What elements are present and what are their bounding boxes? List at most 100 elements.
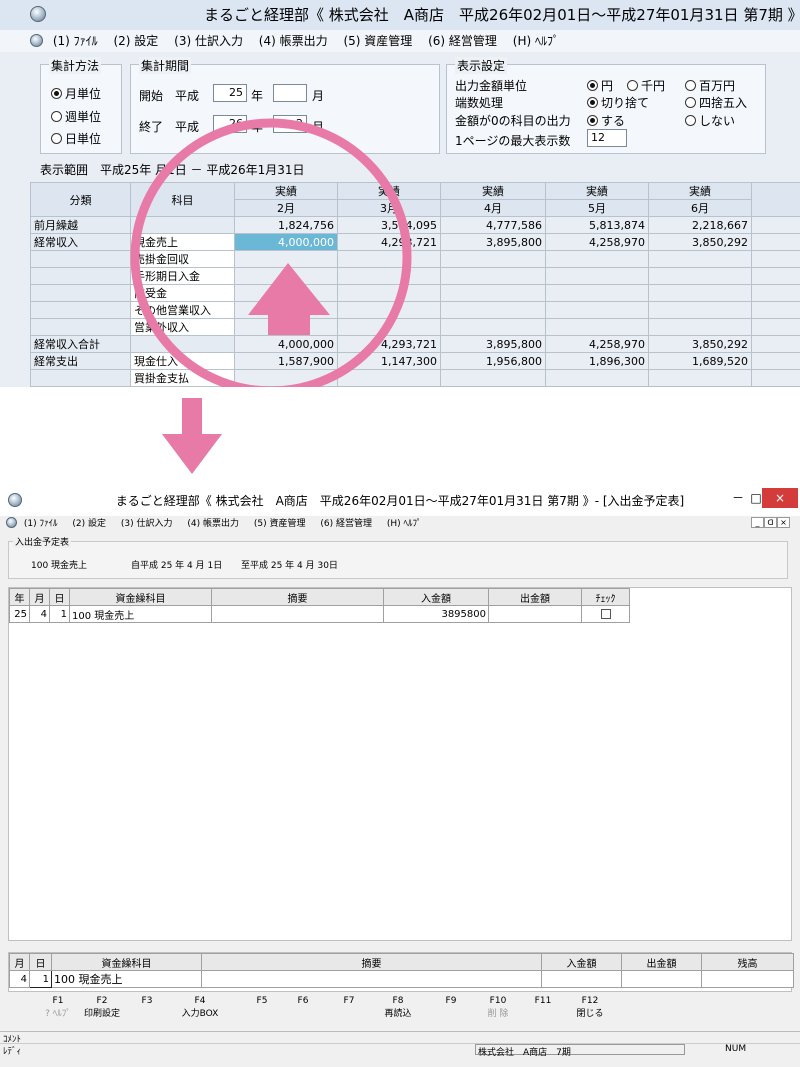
cell-amount[interactable] [648, 267, 752, 285]
table-row[interactable]: 25 4 1 100 現金売上 3895800 [9, 605, 630, 623]
cell-amount[interactable] [440, 318, 546, 336]
cell-amount[interactable]: 4,258,970 [545, 233, 649, 251]
entry-month-input[interactable]: 4 [9, 970, 30, 988]
cell-fund-item[interactable]: 100 現金売上 [69, 605, 212, 623]
cell-check[interactable] [581, 605, 630, 623]
radio-monthly[interactable]: 月単位 [51, 85, 101, 102]
entry-fund-item-input[interactable]: 100 現金売上 [51, 970, 202, 988]
cell-category [30, 301, 131, 319]
col-memo[interactable]: 摘要 [211, 588, 384, 606]
radio-thousand-yen[interactable]: 千円 [627, 77, 665, 94]
cell-amount[interactable]: 2,218,667 [648, 216, 752, 234]
checkbox-icon[interactable] [600, 608, 611, 619]
menu-journal[interactable]: (3) 仕訳入力 [121, 516, 173, 532]
col-income[interactable]: 入金額 [383, 588, 489, 606]
cell-amount[interactable] [648, 318, 752, 336]
radio-round-down[interactable]: 切り捨て [587, 94, 649, 111]
cell-amount[interactable] [648, 301, 752, 319]
radio-zero-no[interactable]: しない [685, 112, 735, 129]
col-fund-item[interactable]: 資金繰科目 [69, 588, 212, 606]
fkey-f8[interactable]: F8 再読込 [368, 996, 428, 1019]
radio-round-half[interactable]: 四捨五入 [685, 94, 747, 111]
entry-area: 月 日 資金繰科目 摘要 入金額 出金額 残高 4 1 100 現金売上 [8, 952, 794, 992]
entry-income-input[interactable] [541, 970, 622, 988]
menu-file[interactable]: (1) ﾌｧｲﾙ [24, 516, 58, 532]
menu-file[interactable]: (1) ﾌｧｲﾙ [53, 30, 98, 52]
cell-amount[interactable]: 3,895,800 [440, 233, 546, 251]
radio-weekly[interactable]: 週単位 [51, 108, 101, 125]
cell-category: 前月繰越 [30, 216, 131, 234]
cell-amount[interactable] [545, 301, 649, 319]
menu-reports[interactable]: (4) 帳票出力 [187, 516, 239, 532]
mdi-close-button[interactable]: × [777, 517, 790, 528]
cell-amount[interactable] [440, 301, 546, 319]
cell-amount[interactable]: 1,896,300 [545, 352, 649, 370]
mdi-app-icon[interactable] [6, 517, 17, 528]
cell-amount[interactable] [440, 369, 546, 387]
cell-amount[interactable]: 5,813,874 [545, 216, 649, 234]
cell-day[interactable]: 1 [49, 605, 70, 623]
cell-amount[interactable] [440, 267, 546, 285]
start-month-input[interactable] [273, 84, 307, 102]
radio-daily[interactable]: 日単位 [51, 130, 101, 147]
menu-settings[interactable]: (2) 設定 [72, 516, 106, 532]
cell-amount[interactable]: 3,895,800 [440, 335, 546, 353]
menu-reports[interactable]: (4) 帳票出力 [259, 30, 328, 52]
col-year[interactable]: 年 [9, 588, 30, 606]
cell-amount[interactable] [545, 284, 649, 302]
cell-amount[interactable]: 3,850,292 [648, 233, 752, 251]
cell-amount[interactable]: 4,777,586 [440, 216, 546, 234]
radio-zero-yes[interactable]: する [587, 112, 625, 129]
cell-memo[interactable] [211, 605, 384, 623]
col-month[interactable]: 月 [29, 588, 50, 606]
mdi-restore-button[interactable]: ᗡ [764, 517, 777, 528]
menu-management[interactable]: (6) 経営管理 [428, 30, 497, 52]
col-check[interactable]: ﾁｪｯｸ [581, 588, 630, 606]
cell-amount[interactable] [545, 369, 649, 387]
cell-amount[interactable]: 1,956,800 [440, 352, 546, 370]
menu-help[interactable]: (H) ﾍﾙﾌﾟ [387, 516, 422, 532]
cell-year[interactable]: 25 [9, 605, 30, 623]
max-rows-input[interactable]: 12 [587, 129, 627, 147]
fkey-f3[interactable]: F3 [117, 996, 177, 1006]
col-expense[interactable]: 出金額 [488, 588, 582, 606]
cell-amount[interactable] [545, 267, 649, 285]
cell-category [30, 267, 131, 285]
menu-management[interactable]: (6) 経営管理 [320, 516, 372, 532]
fkey-f4[interactable]: F4 入力BOX [170, 996, 230, 1019]
entry-expense-input[interactable] [621, 970, 702, 988]
start-year-input[interactable]: 25 [213, 84, 247, 102]
mdi-minimize-button[interactable]: _ [751, 517, 764, 528]
radio-yen[interactable]: 円 [587, 77, 613, 94]
cell-amount[interactable]: 4,258,970 [545, 335, 649, 353]
menu-journal[interactable]: (3) 仕訳入力 [174, 30, 243, 52]
mdi-app-icon[interactable] [30, 34, 43, 47]
fkey-f12[interactable]: F12 閉じる [560, 996, 620, 1019]
cell-month[interactable]: 4 [29, 605, 50, 623]
menu-assets[interactable]: (5) 資産管理 [343, 30, 412, 52]
cell-amount[interactable] [648, 369, 752, 387]
cell-amount[interactable] [440, 284, 546, 302]
cell-amount[interactable]: 3,850,292 [648, 335, 752, 353]
cell-income[interactable]: 3895800 [383, 605, 489, 623]
menu-assets[interactable]: (5) 資産管理 [254, 516, 306, 532]
cell-extra [751, 318, 800, 336]
col-month-header: 5月 [545, 199, 649, 217]
fkey-key: F3 [141, 996, 153, 1006]
cell-amount[interactable] [648, 284, 752, 302]
cell-expense[interactable] [488, 605, 582, 623]
cell-amount[interactable] [545, 250, 649, 268]
menu-settings[interactable]: (2) 設定 [113, 30, 158, 52]
method-group: 集計方法 月単位 週単位 日単位 [40, 57, 122, 154]
cell-amount[interactable]: 1,689,520 [648, 352, 752, 370]
cell-amount[interactable] [648, 250, 752, 268]
radio-million-yen[interactable]: 百万円 [685, 77, 735, 94]
menu-help[interactable]: (H) ﾍﾙﾌﾟ [513, 30, 559, 52]
close-button[interactable]: × [762, 488, 798, 508]
cell-amount[interactable] [545, 318, 649, 336]
radio-label: しない [699, 114, 736, 128]
entry-memo-input[interactable] [201, 970, 542, 988]
cell-amount[interactable] [440, 250, 546, 268]
entry-day-input[interactable]: 1 [29, 970, 52, 988]
col-day[interactable]: 日 [49, 588, 70, 606]
